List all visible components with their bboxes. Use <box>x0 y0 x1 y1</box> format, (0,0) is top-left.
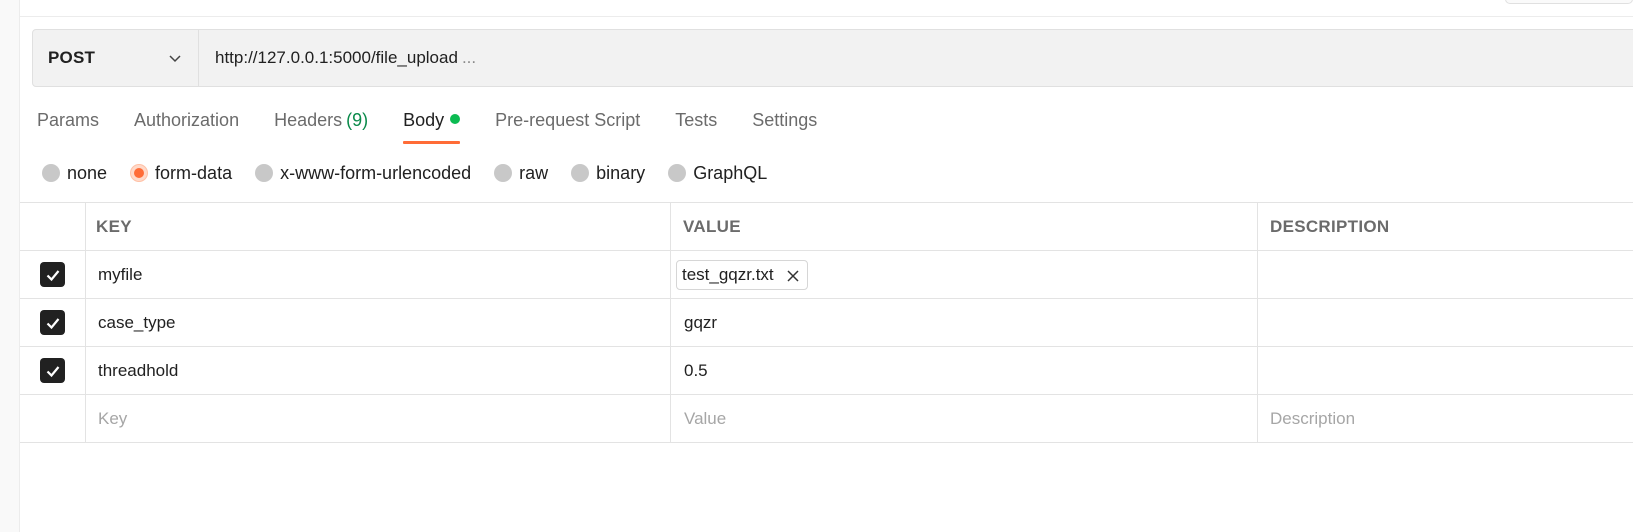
body-type-radios: none form-data x-www-form-urlencoded raw… <box>42 160 790 186</box>
radio-circle <box>494 164 513 182</box>
table-row: threadhold 0.5 <box>20 347 1633 395</box>
form-data-table: KEY VALUE DESCRIPTION myfile test_gqzr.t… <box>20 202 1633 443</box>
top-strip <box>20 0 1633 17</box>
check-icon <box>46 269 59 281</box>
row-checkbox[interactable] <box>40 262 65 287</box>
tab-label: Headers <box>274 110 343 130</box>
url-text: http://127.0.0.1:5000/file_upload <box>215 48 458 67</box>
radio-x-www-form-urlencoded[interactable]: x-www-form-urlencoded <box>255 163 471 184</box>
value-text: gqzr <box>684 312 718 332</box>
key-text: threadhold <box>98 360 179 380</box>
radio-binary[interactable]: binary <box>571 163 645 184</box>
value-text: 0.5 <box>684 360 708 380</box>
radio-form-data[interactable]: form-data <box>130 163 232 184</box>
radio-label: none <box>67 162 108 183</box>
close-icon[interactable] <box>786 268 800 282</box>
radio-label: raw <box>519 162 549 183</box>
row-check-cell <box>20 299 86 346</box>
tab-authorization[interactable]: Authorization <box>134 104 239 144</box>
row-checkbox[interactable] <box>40 358 65 383</box>
check-icon <box>46 317 59 329</box>
value-cell[interactable]: 0.5 <box>671 347 1258 394</box>
radio-circle <box>571 164 590 182</box>
file-chip[interactable]: test_gqzr.txt <box>676 259 808 290</box>
row-check-cell <box>20 251 86 298</box>
description-cell[interactable] <box>1258 347 1633 394</box>
radio-graphql[interactable]: GraphQL <box>668 163 767 184</box>
table-row: myfile test_gqzr.txt <box>20 251 1633 299</box>
radio-label: form-data <box>155 162 233 183</box>
chevron-down-icon <box>168 51 182 65</box>
radio-circle-checked <box>130 164 149 182</box>
tab-label: Pre-request Script <box>495 110 641 130</box>
table-row: case_type gqzr <box>20 299 1633 347</box>
value-placeholder: Value <box>684 408 727 428</box>
body-active-dot-icon <box>450 114 461 124</box>
value-cell[interactable]: gqzr <box>671 299 1258 346</box>
description-input[interactable]: Description <box>1258 395 1633 442</box>
key-text: case_type <box>98 312 176 332</box>
header-value: VALUE <box>671 203 1258 250</box>
tab-label: Authorization <box>134 110 240 130</box>
url-ellipsis: ... <box>461 48 477 67</box>
method-label: POST <box>48 48 96 67</box>
key-cell[interactable]: case_type <box>86 299 671 346</box>
table-header-row: KEY VALUE DESCRIPTION <box>20 203 1633 251</box>
method-select[interactable]: POST <box>33 30 199 86</box>
table-row-new: Key Value Description <box>20 395 1633 443</box>
radio-none[interactable]: none <box>42 163 107 184</box>
description-placeholder: Description <box>1270 408 1356 428</box>
radio-label: GraphQL <box>693 162 768 183</box>
headers-count: (9) <box>346 110 369 130</box>
url-input[interactable]: http://127.0.0.1:5000/file_upload ... <box>199 30 1633 86</box>
key-cell[interactable]: myfile <box>86 251 671 298</box>
tab-label: Tests <box>675 110 718 130</box>
radio-raw[interactable]: raw <box>494 163 548 184</box>
row-check-cell <box>20 347 86 394</box>
key-cell[interactable]: threadhold <box>86 347 671 394</box>
radio-circle <box>668 164 687 182</box>
row-checkbox[interactable] <box>40 310 65 335</box>
tab-tests[interactable]: Tests <box>675 104 717 144</box>
tab-headers[interactable]: Headers (9) <box>274 104 368 144</box>
tab-label: Body <box>403 110 445 130</box>
tab-settings[interactable]: Settings <box>752 104 817 144</box>
check-icon <box>46 365 59 377</box>
value-input[interactable]: Value <box>671 395 1258 442</box>
left-gutter <box>0 0 20 532</box>
radio-circle <box>42 164 60 182</box>
tab-params[interactable]: Params <box>37 104 99 144</box>
key-input[interactable]: Key <box>86 395 671 442</box>
description-cell[interactable] <box>1258 299 1633 346</box>
tab-pre-request-script[interactable]: Pre-request Script <box>495 104 640 144</box>
row-check-cell <box>20 395 86 442</box>
key-placeholder: Key <box>98 408 128 428</box>
tab-label: Settings <box>752 110 818 130</box>
radio-circle <box>255 164 274 182</box>
tab-label: Params <box>37 110 100 130</box>
request-bar: POST http://127.0.0.1:5000/file_upload .… <box>32 29 1633 87</box>
top-right-control[interactable] <box>1505 0 1633 4</box>
header-key: KEY <box>86 203 671 250</box>
description-cell[interactable] <box>1258 251 1633 298</box>
request-tabs: Params Authorization Headers (9) Body Pre… <box>37 104 852 144</box>
radio-label: binary <box>596 162 646 183</box>
tab-body[interactable]: Body <box>403 104 461 144</box>
value-cell[interactable]: test_gqzr.txt <box>671 251 1258 298</box>
key-text: myfile <box>98 264 143 284</box>
radio-label: x-www-form-urlencoded <box>280 162 472 183</box>
file-name: test_gqzr.txt <box>682 264 774 284</box>
header-description: DESCRIPTION <box>1270 216 1390 236</box>
header-check-cell <box>20 203 86 250</box>
